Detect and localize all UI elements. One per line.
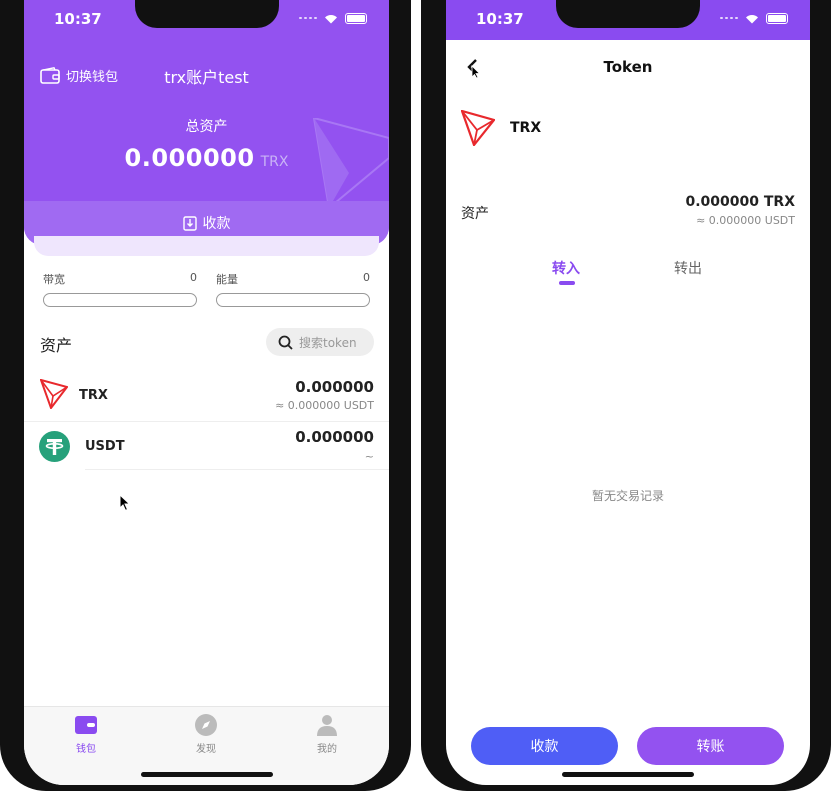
token-row-usdt[interactable]: USDT 0.000000 ~: [24, 422, 389, 471]
wifi-icon: [325, 15, 337, 24]
tab-discover[interactable]: 发现: [176, 713, 236, 755]
tab-label: 我的: [317, 744, 337, 755]
tron-logo-icon: [40, 379, 68, 409]
mouse-cursor-icon: [119, 494, 131, 512]
wallet-screen: 切换钱包 trx账户test 总资产 0.000000TRX 收款 10:37: [24, 0, 389, 785]
signal-icon: [299, 17, 317, 19]
tether-logo-icon: [39, 431, 70, 462]
status-time: 10:37: [54, 10, 102, 28]
energy-resource: 能量 0: [216, 271, 370, 307]
page-title: Token: [603, 58, 653, 76]
token-name: USDT: [85, 439, 125, 454]
energy-value: 0: [363, 271, 370, 284]
wifi-icon: [746, 15, 758, 24]
notch: [134, 0, 279, 28]
notch: [556, 0, 700, 28]
bandwidth-bar: [43, 293, 197, 307]
total-assets-value: 0.000000 TRX: [24, 144, 389, 172]
token-name: TRX: [510, 120, 542, 136]
asset-label: 资产: [461, 206, 489, 222]
wallet-icon: [75, 716, 97, 734]
token-usdt-value: ≈ 0.000000 USDT: [275, 399, 374, 412]
transfer-button[interactable]: 转账: [637, 727, 784, 765]
phone-wallet: 切换钱包 trx账户test 总资产 0.000000TRX 收款 10:37: [0, 0, 411, 791]
home-indicator: [140, 772, 273, 777]
receive-button[interactable]: 收款: [471, 727, 618, 765]
account-name: trx账户test: [164, 68, 249, 87]
bandwidth-label: 带宽: [43, 273, 65, 286]
signal-icon: [720, 17, 738, 19]
token-detail-screen: 10:37 Token TRX 资产 0.000000 TRX ≈ 0.0000…: [446, 0, 810, 785]
header-shadow: [34, 236, 379, 256]
energy-bar: [216, 293, 370, 307]
divider: [85, 469, 389, 470]
empty-state-text: 暂无交易记录: [591, 489, 664, 503]
tab-label: 钱包: [76, 744, 96, 755]
bandwidth-value: 0: [190, 271, 197, 284]
token-usdt-value: ~: [364, 450, 374, 463]
search-icon: [278, 335, 293, 350]
asset-value: 0.000000 TRX: [685, 194, 795, 210]
receive-label: 收款: [202, 216, 231, 232]
tron-logo-icon: [461, 110, 495, 146]
tab-transfer-in[interactable]: 转入: [552, 258, 580, 278]
tab-transfer-out[interactable]: 转出: [674, 258, 702, 278]
receive-icon: [182, 216, 197, 231]
token-amount: 0.000000: [295, 378, 374, 396]
total-assets-unit: TRX: [260, 154, 289, 170]
tab-label: 发现: [196, 744, 216, 755]
token-name: TRX: [79, 388, 108, 403]
compass-icon: [195, 714, 217, 736]
tab-wallet[interactable]: 钱包: [56, 713, 116, 755]
token-search[interactable]: 搜索token: [266, 328, 374, 356]
asset-usdt-value: ≈ 0.000000 USDT: [696, 214, 795, 227]
bandwidth-resource: 带宽 0: [43, 271, 197, 307]
assets-title: 资产: [40, 336, 73, 355]
status-time: 10:37: [476, 10, 524, 28]
tab-indicator: [559, 281, 575, 285]
total-assets-label: 总资产: [185, 119, 228, 135]
user-icon: [317, 715, 337, 736]
energy-label: 能量: [216, 273, 238, 286]
home-indicator: [562, 772, 694, 777]
token-amount: 0.000000: [295, 428, 374, 446]
tab-profile[interactable]: 我的: [297, 713, 357, 755]
token-row-trx[interactable]: TRX 0.000000 ≈ 0.000000 USDT: [24, 372, 389, 421]
battery-icon: [345, 12, 367, 24]
total-assets-amount: 0.000000: [124, 144, 255, 172]
search-placeholder: 搜索token: [299, 335, 357, 350]
battery-icon: [766, 12, 788, 24]
phone-token-detail: 10:37 Token TRX 资产 0.000000 TRX ≈ 0.0000…: [421, 0, 831, 791]
